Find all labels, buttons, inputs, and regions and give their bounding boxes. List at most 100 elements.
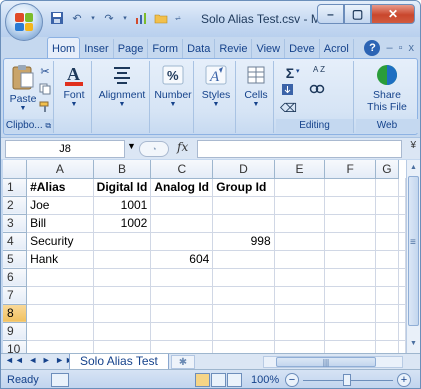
find-select-icon[interactable] bbox=[306, 83, 328, 99]
tab-developer[interactable]: Deve bbox=[285, 39, 320, 59]
cells-button[interactable]: Cells ▼ bbox=[241, 63, 271, 108]
cell[interactable] bbox=[212, 304, 275, 323]
zoom-level[interactable]: 100% bbox=[251, 374, 279, 386]
format-painter-icon[interactable] bbox=[38, 101, 52, 116]
zoom-in-button[interactable]: + bbox=[397, 373, 411, 387]
cell[interactable] bbox=[274, 304, 326, 323]
cell[interactable]: 604 bbox=[150, 250, 214, 269]
cell[interactable] bbox=[93, 232, 152, 251]
cell[interactable] bbox=[93, 286, 152, 305]
font-button[interactable]: A Font ▼ bbox=[59, 63, 89, 108]
page-break-view-icon[interactable] bbox=[227, 373, 242, 387]
cell[interactable] bbox=[212, 286, 275, 305]
chart-icon[interactable] bbox=[133, 10, 149, 26]
horizontal-scroll-thumb[interactable]: ||| bbox=[276, 357, 376, 367]
column-header[interactable]: D bbox=[212, 160, 275, 179]
cell[interactable] bbox=[324, 196, 376, 215]
cell[interactable] bbox=[398, 214, 406, 233]
cell[interactable]: Analog Id bbox=[150, 178, 214, 197]
cell[interactable] bbox=[274, 232, 326, 251]
ribbon-close-button[interactable]: x bbox=[409, 42, 415, 54]
cell[interactable]: #Alias bbox=[26, 178, 94, 197]
cell[interactable]: Bill bbox=[26, 214, 94, 233]
page-layout-view-icon[interactable] bbox=[211, 373, 226, 387]
cell[interactable] bbox=[375, 214, 400, 233]
cell[interactable] bbox=[274, 214, 326, 233]
cell[interactable] bbox=[274, 196, 326, 215]
cell[interactable] bbox=[212, 340, 275, 353]
cell[interactable] bbox=[375, 286, 400, 305]
tab-page-layout[interactable]: Page bbox=[114, 39, 149, 59]
scroll-up-icon[interactable]: ▲ bbox=[408, 162, 419, 174]
cell[interactable] bbox=[150, 232, 214, 251]
sheet-nav-buttons[interactable]: ◄◄ ◄ ► ►► bbox=[5, 355, 75, 365]
cell[interactable] bbox=[274, 268, 326, 287]
cell[interactable] bbox=[324, 268, 376, 287]
cut-icon[interactable]: ✂ bbox=[38, 65, 52, 78]
horizontal-scrollbar[interactable]: ||| bbox=[263, 356, 403, 368]
formula-cancel-enter-icon[interactable]: ◔ bbox=[139, 141, 169, 157]
cell[interactable] bbox=[26, 286, 94, 305]
cell[interactable] bbox=[324, 250, 376, 269]
autosum-dropdown-icon[interactable]: ▾ bbox=[296, 67, 300, 75]
sheet-tab-active[interactable]: Solo Alias Test bbox=[69, 354, 169, 370]
cell[interactable] bbox=[26, 304, 94, 323]
cell[interactable] bbox=[274, 286, 326, 305]
cell[interactable] bbox=[150, 340, 214, 353]
cell[interactable]: 1001 bbox=[93, 196, 152, 215]
cell[interactable] bbox=[398, 232, 406, 251]
cell[interactable] bbox=[150, 196, 214, 215]
cell[interactable] bbox=[212, 268, 275, 287]
cell[interactable]: Joe bbox=[26, 196, 94, 215]
copy-icon[interactable] bbox=[38, 83, 52, 98]
cell[interactable] bbox=[26, 322, 94, 341]
column-header[interactable]: E bbox=[274, 160, 326, 179]
cell[interactable] bbox=[398, 178, 406, 197]
cell[interactable] bbox=[93, 250, 152, 269]
cell[interactable] bbox=[274, 250, 326, 269]
row-header[interactable]: 7 bbox=[3, 286, 28, 305]
cell[interactable] bbox=[150, 268, 214, 287]
cell[interactable] bbox=[324, 178, 376, 197]
undo-dropdown-icon[interactable]: ▾ bbox=[89, 10, 97, 26]
cell[interactable]: Security bbox=[26, 232, 94, 251]
cell[interactable] bbox=[212, 322, 275, 341]
tab-view[interactable]: View bbox=[252, 39, 286, 59]
cell[interactable] bbox=[150, 304, 214, 323]
ribbon-restore-button[interactable]: ▫ bbox=[399, 42, 403, 54]
cell[interactable] bbox=[398, 322, 406, 341]
column-header[interactable]: C bbox=[150, 160, 214, 179]
clear-icon[interactable]: ⌫ bbox=[280, 101, 297, 115]
cell[interactable] bbox=[398, 304, 406, 323]
cell[interactable] bbox=[324, 340, 376, 353]
sort-filter-icon[interactable]: A Z bbox=[306, 65, 332, 74]
column-header[interactable]: G bbox=[375, 160, 400, 179]
row-header[interactable]: 8 bbox=[3, 304, 28, 323]
save-icon[interactable] bbox=[49, 10, 65, 26]
column-header[interactable]: A bbox=[26, 160, 94, 179]
tab-data[interactable]: Data bbox=[183, 39, 216, 59]
cell[interactable] bbox=[375, 322, 400, 341]
cell[interactable] bbox=[212, 214, 275, 233]
normal-view-icon[interactable] bbox=[195, 373, 210, 387]
alignment-button[interactable]: Alignment ▼ bbox=[96, 63, 148, 108]
cell[interactable] bbox=[274, 178, 326, 197]
cell[interactable]: 1002 bbox=[93, 214, 152, 233]
redo-dropdown-icon[interactable]: ▾ bbox=[121, 10, 129, 26]
cell[interactable] bbox=[375, 178, 400, 197]
column-header[interactable]: B bbox=[93, 160, 152, 179]
cell[interactable] bbox=[375, 268, 400, 287]
paste-button[interactable]: Paste ▼ bbox=[8, 63, 38, 112]
customize-qat-icon[interactable]: ⩫ bbox=[173, 10, 183, 26]
insert-sheet-icon[interactable]: ✱ bbox=[171, 355, 195, 369]
cell[interactable] bbox=[398, 286, 406, 305]
cell[interactable]: Hank bbox=[26, 250, 94, 269]
tab-home[interactable]: Hom bbox=[47, 37, 81, 59]
tab-insert[interactable]: Inser bbox=[80, 39, 114, 59]
cell[interactable] bbox=[150, 286, 214, 305]
row-header[interactable]: 9 bbox=[3, 322, 28, 341]
column-header[interactable]: F bbox=[324, 160, 376, 179]
name-box[interactable]: J8 bbox=[5, 140, 125, 158]
ribbon-minimize-button[interactable]: – bbox=[386, 42, 392, 54]
row-header[interactable]: 5 bbox=[3, 250, 28, 269]
